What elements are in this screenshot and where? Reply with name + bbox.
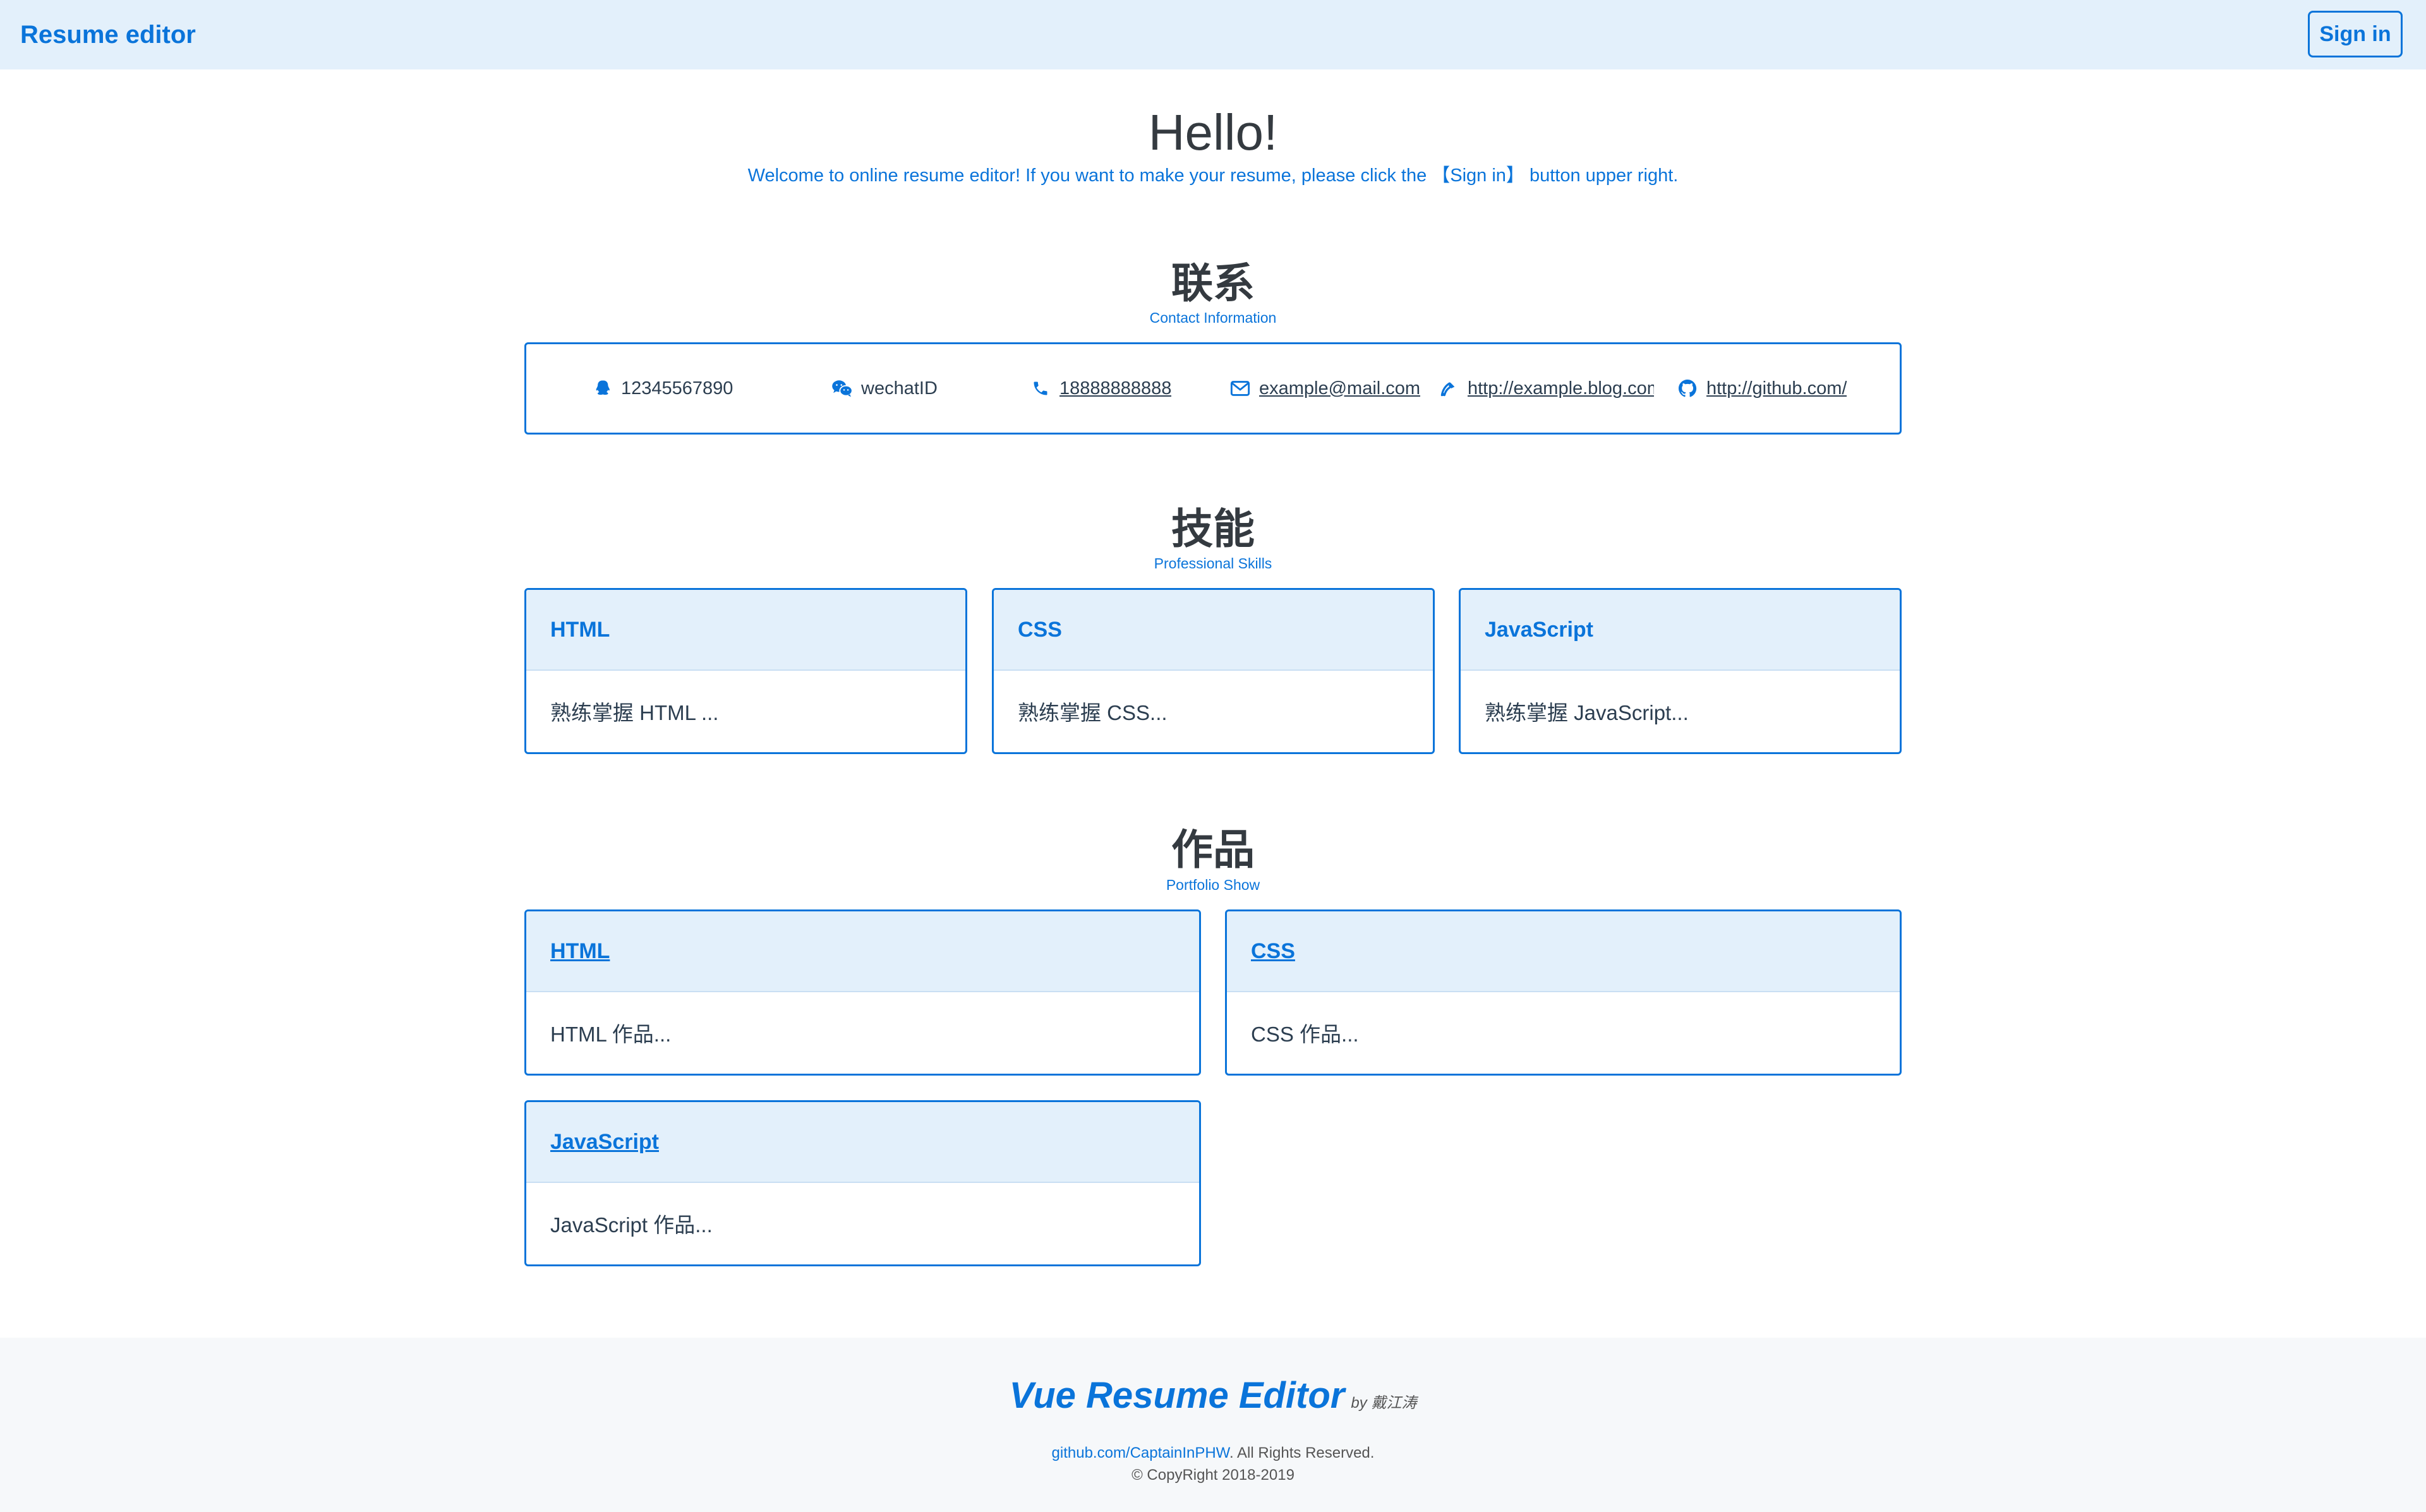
portfolio-card-html: HTML HTML 作品... — [524, 909, 1201, 1076]
skill-card-title: CSS — [994, 590, 1433, 671]
skills-section-subtitle: Professional Skills — [1154, 555, 1272, 572]
footer-github-link[interactable]: github.com/CaptainInPHW — [1052, 1444, 1229, 1461]
skill-card-title: HTML — [526, 590, 965, 671]
skill-card-javascript: JavaScript 熟练掌握 JavaScript... — [1459, 588, 1902, 754]
skill-card-html: HTML 熟练掌握 HTML ... — [524, 588, 967, 754]
contact-item-qq: 12345567890 — [591, 344, 755, 433]
contact-section-subtitle: Contact Information — [1149, 309, 1277, 326]
portfolio-card-header: CSS — [1227, 911, 1900, 992]
footer-app-name: Vue Resume Editor — [1009, 1375, 1345, 1416]
skills-section-title: 技能 — [1171, 505, 1255, 552]
contact-email-link[interactable]: example@mail.com — [1259, 378, 1420, 399]
contact-blog-link[interactable]: http://example.blog.com — [1468, 378, 1654, 399]
portfolio-card-javascript: JavaScript JavaScript 作品... — [524, 1100, 1201, 1266]
phone-icon — [1029, 377, 1052, 400]
portfolio-section-subtitle: Portfolio Show — [1166, 877, 1260, 893]
github-icon — [1676, 377, 1699, 400]
footer-copyright: © CopyRight 2018-2019 — [1132, 1467, 1294, 1484]
page-footer: Vue Resume Editor by 戴江涛 github.com/Capta… — [0, 1338, 2426, 1512]
contact-item-phone: 18888888888 — [1029, 344, 1193, 433]
portfolio-card-link[interactable]: CSS — [1251, 939, 1295, 964]
hero-title: Hello! — [1148, 104, 1278, 160]
contact-item-blog: http://example.blog.com — [1437, 344, 1655, 433]
portfolio-card-header: JavaScript — [526, 1102, 1199, 1183]
footer-rights-line: github.com/CaptainInPHW. All Rights Rese… — [0, 1443, 2426, 1464]
sign-in-button[interactable]: Sign in — [2308, 11, 2403, 57]
skill-card-css: CSS 熟练掌握 CSS... — [992, 588, 1435, 754]
footer-title: Vue Resume Editor by 戴江涛 — [0, 1371, 2426, 1431]
contact-github-link[interactable]: http://github.com/ — [1706, 378, 1847, 399]
portfolio-card-link[interactable]: JavaScript — [550, 1130, 659, 1155]
contact-item-email: example@mail.com — [1229, 344, 1431, 433]
skill-card-title: JavaScript — [1461, 590, 1900, 671]
contact-qq-text: 12345567890 — [621, 378, 733, 399]
skill-card-desc: 熟练掌握 CSS... — [1018, 701, 1168, 724]
contact-section-title: 联系 — [1171, 260, 1255, 306]
hero-subtitle: Welcome to online resume editor! If you … — [747, 165, 1679, 186]
wechat-icon — [831, 377, 854, 400]
portfolio-card-desc: JavaScript 作品... — [550, 1213, 713, 1237]
portfolio-card-header: HTML — [526, 911, 1199, 992]
brand-logo-link[interactable]: Resume editor — [20, 19, 196, 51]
portfolio-card-link[interactable]: HTML — [550, 939, 610, 964]
contact-wechat-text: wechatID — [861, 378, 938, 399]
contact-item-wechat: wechatID — [831, 344, 970, 433]
portfolio-card-css: CSS CSS 作品... — [1225, 909, 1902, 1076]
portfolio-section-title: 作品 — [1171, 826, 1255, 873]
contact-info-box: 12345567890 wechatID 18888888888 example… — [524, 342, 1902, 435]
portfolio-card-desc: HTML 作品... — [550, 1023, 672, 1046]
mail-icon — [1229, 377, 1252, 400]
portfolio-card-desc: CSS 作品... — [1251, 1023, 1359, 1046]
contact-item-github: http://github.com/ — [1676, 344, 1885, 433]
blog-icon — [1437, 377, 1460, 400]
qq-icon — [591, 377, 613, 400]
skill-card-desc: 熟练掌握 HTML ... — [550, 701, 719, 724]
top-navbar: Resume editor Sign in — [0, 0, 2426, 69]
footer-rights-text: . All Rights Reserved. — [1229, 1444, 1375, 1461]
contact-phone-link[interactable]: 18888888888 — [1059, 378, 1171, 399]
footer-author: by 戴江涛 — [1351, 1395, 1417, 1412]
skill-card-desc: 熟练掌握 JavaScript... — [1485, 701, 1689, 724]
